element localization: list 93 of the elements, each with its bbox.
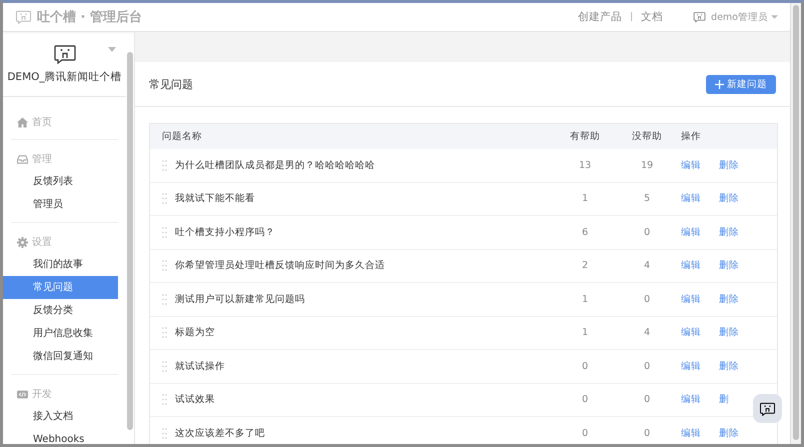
column-header: 没帮助 xyxy=(631,130,663,143)
separator: | xyxy=(630,12,634,22)
nav-group-label: 设置 xyxy=(32,236,52,249)
drag-handle-icon[interactable] xyxy=(162,260,167,272)
logo-icon xyxy=(52,44,76,64)
delete-link[interactable]: 删除 xyxy=(701,326,739,340)
edit-link[interactable]: 编辑 xyxy=(669,326,701,340)
sidebar-item[interactable]: Webhooks xyxy=(3,428,118,444)
user-name[interactable]: demo管理员 xyxy=(711,10,768,24)
table-cell-text: 19 xyxy=(640,160,654,171)
question-name: 标题为空 xyxy=(175,326,215,340)
drag-handle-icon[interactable] xyxy=(162,226,167,238)
nav-group-label[interactable]: 首页 xyxy=(32,115,52,129)
table-cell-text: 0 xyxy=(642,360,652,372)
new-question-button[interactable]: 新建问题 xyxy=(706,74,776,94)
home-icon xyxy=(17,116,28,128)
delete-link[interactable]: 删除 xyxy=(701,292,739,306)
question-name: 我就试下能不能看 xyxy=(175,192,255,206)
delete-link[interactable]: 删除 xyxy=(701,426,739,440)
sidebar-item[interactable]: 反馈分类 xyxy=(3,299,118,322)
delete-link[interactable]: 删除 xyxy=(701,158,739,172)
feedback-button[interactable] xyxy=(753,394,782,423)
delete-link[interactable]: 删除 xyxy=(701,192,739,206)
delete-link[interactable]: 删除 xyxy=(701,259,739,272)
question-name: 试试效果 xyxy=(175,393,215,406)
top-link[interactable]: 创建产品 xyxy=(578,10,622,24)
drag-handle-icon[interactable] xyxy=(162,327,167,338)
question-name: 就试试操作 xyxy=(175,360,225,373)
plus-icon xyxy=(715,80,724,88)
inbox-icon xyxy=(17,154,28,164)
table-cell-text: 13 xyxy=(578,160,592,171)
code-icon xyxy=(17,388,28,400)
question-name: 为什么吐槽团队成员都是男的？哈哈哈哈哈哈 xyxy=(175,158,375,172)
table-cell-text: 6 xyxy=(580,226,590,238)
table-cell-text: 1 xyxy=(580,327,590,338)
edit-link[interactable]: 编辑 xyxy=(669,360,701,373)
scrollbar[interactable] xyxy=(790,3,801,444)
nav-group-label: 开发 xyxy=(32,388,52,401)
sidebar-item[interactable]: 接入文档 xyxy=(3,405,118,428)
sidebar-item[interactable]: 常见问题 xyxy=(3,276,118,299)
table-cell-text: 0 xyxy=(642,294,652,305)
table-cell-text: 0 xyxy=(580,360,590,372)
delete-link[interactable]: 删 xyxy=(701,393,729,406)
drag-handle-icon[interactable] xyxy=(162,294,167,305)
page-title: 常见问题 xyxy=(149,76,193,92)
app-title: 吐个槽 · 管理后台 xyxy=(37,8,142,26)
column-header: 有帮助 xyxy=(569,130,601,143)
drag-handle-icon[interactable] xyxy=(162,394,167,406)
table-cell-text: 1 xyxy=(580,294,590,305)
edit-link[interactable]: 编辑 xyxy=(669,226,701,239)
caret-icon[interactable] xyxy=(771,15,778,19)
table-cell-text: 5 xyxy=(642,193,652,204)
edit-link[interactable]: 编辑 xyxy=(669,426,701,440)
drag-handle-icon[interactable] xyxy=(162,360,167,372)
column-header: 问题名称 xyxy=(161,130,203,143)
table-cell-text: 0 xyxy=(642,428,652,439)
delete-link[interactable]: 删除 xyxy=(701,360,739,373)
sidebar-item[interactable]: 我们的故事 xyxy=(3,253,118,276)
caret-icon[interactable] xyxy=(108,47,116,52)
avatar-icon xyxy=(693,11,706,23)
sidebar-item[interactable]: 用户信息收集 xyxy=(3,322,118,345)
table-cell-text: 0 xyxy=(580,394,590,406)
question-name: 测试用户可以新建常见问题吗 xyxy=(175,292,305,306)
product-name: DEMO_腾讯新闻吐个槽 xyxy=(7,70,122,84)
sidebar-item[interactable]: 管理员 xyxy=(3,193,118,216)
question-name: 你希望管理员处理吐槽反馈响应时间为多久合适 xyxy=(175,259,385,272)
table-cell-text: 4 xyxy=(642,327,652,338)
question-name: 吐个槽支持小程序吗？ xyxy=(175,226,275,239)
table-cell-text: 1 xyxy=(580,193,590,204)
question-name: 这次应该差不多了吧 xyxy=(175,426,265,440)
table-cell-text: 0 xyxy=(642,226,652,238)
logo-icon xyxy=(15,10,32,24)
sidebar-item[interactable]: 微信回复通知 xyxy=(3,345,118,368)
edit-link[interactable]: 编辑 xyxy=(669,192,701,206)
sidebar-item[interactable]: 反馈列表 xyxy=(3,170,118,193)
gear-icon xyxy=(17,236,28,248)
table-cell-text: 0 xyxy=(642,394,652,406)
delete-link[interactable]: 删除 xyxy=(701,226,739,239)
drag-handle-icon[interactable] xyxy=(162,193,167,204)
drag-handle-icon[interactable] xyxy=(162,160,167,171)
table-cell-text: 2 xyxy=(580,260,590,272)
edit-link[interactable]: 编辑 xyxy=(669,393,701,406)
edit-link[interactable]: 编辑 xyxy=(669,259,701,272)
column-header: 操作 xyxy=(680,130,702,143)
table-cell-text: 0 xyxy=(580,428,590,439)
table-cell-text: 4 xyxy=(642,260,652,272)
edit-link[interactable]: 编辑 xyxy=(669,158,701,172)
edit-link[interactable]: 编辑 xyxy=(669,292,701,306)
nav-group-label: 管理 xyxy=(32,153,52,166)
chat-icon xyxy=(759,402,776,416)
top-link[interactable]: 文档 xyxy=(641,10,664,24)
drag-handle-icon[interactable] xyxy=(162,428,167,439)
scrollbar[interactable] xyxy=(127,52,133,430)
